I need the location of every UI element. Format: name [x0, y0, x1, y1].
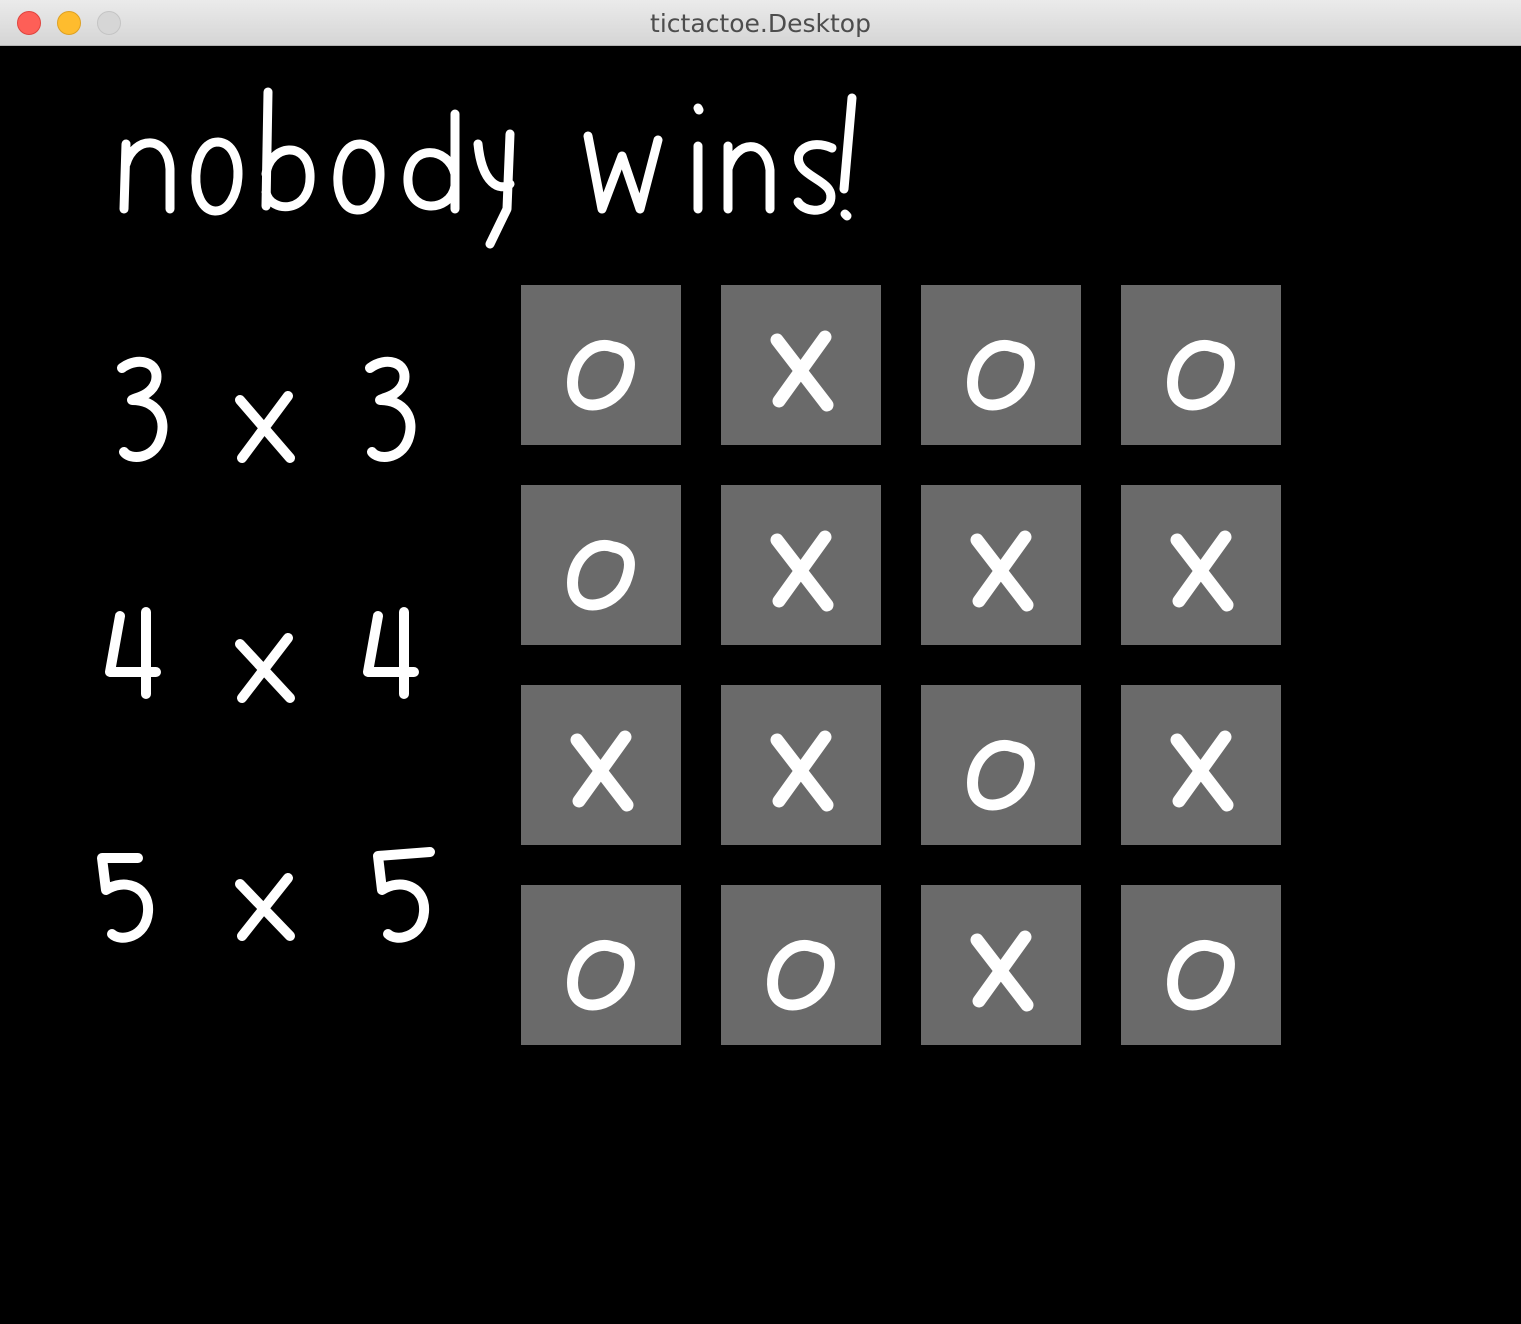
board-cell-mark: X	[921, 645, 922, 646]
board-cell-0-1[interactable]: X	[721, 285, 881, 445]
o-mark-icon	[567, 340, 635, 411]
board-cell-mark: O	[721, 1045, 722, 1046]
board-cell-3-0[interactable]: O	[521, 885, 681, 1045]
board-cell-mark: O	[521, 1045, 522, 1046]
window-title: tictactoe.Desktop	[650, 9, 871, 38]
o-mark-icon	[1167, 940, 1235, 1011]
board-cell-mark: X	[1121, 645, 1122, 646]
o-mark-icon	[567, 940, 635, 1011]
board-cell-mark: O	[1121, 1045, 1122, 1046]
size-option-4x4[interactable]: 4 x 4	[90, 576, 450, 706]
board-cell-3-2[interactable]: X	[921, 885, 1081, 1045]
board-cell-mark: X	[721, 445, 722, 446]
o-mark-icon	[567, 540, 635, 611]
board-cell-0-3[interactable]: O	[1121, 285, 1281, 445]
board-cell-1-3[interactable]: X	[1121, 485, 1281, 645]
size-option-5x5[interactable]: 5 x 5	[90, 816, 450, 946]
board-cell-mark: X	[1121, 845, 1122, 846]
board-cell-2-2[interactable]: O	[921, 685, 1081, 845]
game-status: nobody wins!	[110, 74, 910, 264]
o-mark-icon	[1167, 340, 1235, 411]
board-cell-1-0[interactable]: O	[521, 485, 681, 645]
board-cell-1-1[interactable]: X	[721, 485, 881, 645]
size-option-3x3[interactable]: 3 x 3	[90, 336, 450, 466]
board-cell-mark: X	[921, 1045, 922, 1046]
board-cell-0-0[interactable]: O	[521, 285, 681, 445]
board-cell-3-3[interactable]: O	[1121, 885, 1281, 1045]
size-option-5x5-handwriting	[97, 847, 435, 943]
board-cell-mark: O	[521, 645, 522, 646]
x-mark-icon	[770, 330, 834, 412]
board-cell-2-3[interactable]: X	[1121, 685, 1281, 845]
title-bar[interactable]: tictactoe.Desktop	[0, 0, 1521, 46]
game-board: O X O O O X X X X X O X O O X O	[521, 285, 1281, 1045]
board-cell-mark: O	[921, 845, 922, 846]
x-mark-icon	[970, 930, 1034, 1012]
x-mark-icon	[970, 530, 1034, 612]
game-area: nobody wins!	[0, 46, 1521, 1324]
size-option-3x3-handwriting	[117, 356, 416, 463]
board-cell-mark: X	[521, 845, 522, 846]
board-cell-mark: X	[721, 645, 722, 646]
board-cell-3-1[interactable]: O	[721, 885, 881, 1045]
x-mark-icon	[770, 730, 834, 812]
board-cell-1-2[interactable]: X	[921, 485, 1081, 645]
board-cell-mark: O	[1121, 445, 1122, 446]
o-mark-icon	[967, 340, 1035, 411]
o-mark-icon	[967, 740, 1035, 811]
board-cell-mark: X	[721, 845, 722, 846]
o-mark-icon	[767, 940, 835, 1011]
board-cell-0-2[interactable]: O	[921, 285, 1081, 445]
game-status-handwriting	[119, 87, 857, 249]
size-option-4x4-handwriting	[105, 607, 419, 703]
board-cell-2-1[interactable]: X	[721, 685, 881, 845]
x-mark-icon	[570, 730, 634, 812]
board-cell-mark: O	[521, 445, 522, 446]
app-window: tictactoe.Desktop nobody wins!	[0, 0, 1521, 1324]
board-cell-mark: O	[921, 445, 922, 446]
x-mark-icon	[1170, 530, 1234, 612]
x-mark-icon	[770, 530, 834, 612]
x-mark-icon	[1170, 730, 1234, 812]
board-cell-2-0[interactable]: X	[521, 685, 681, 845]
